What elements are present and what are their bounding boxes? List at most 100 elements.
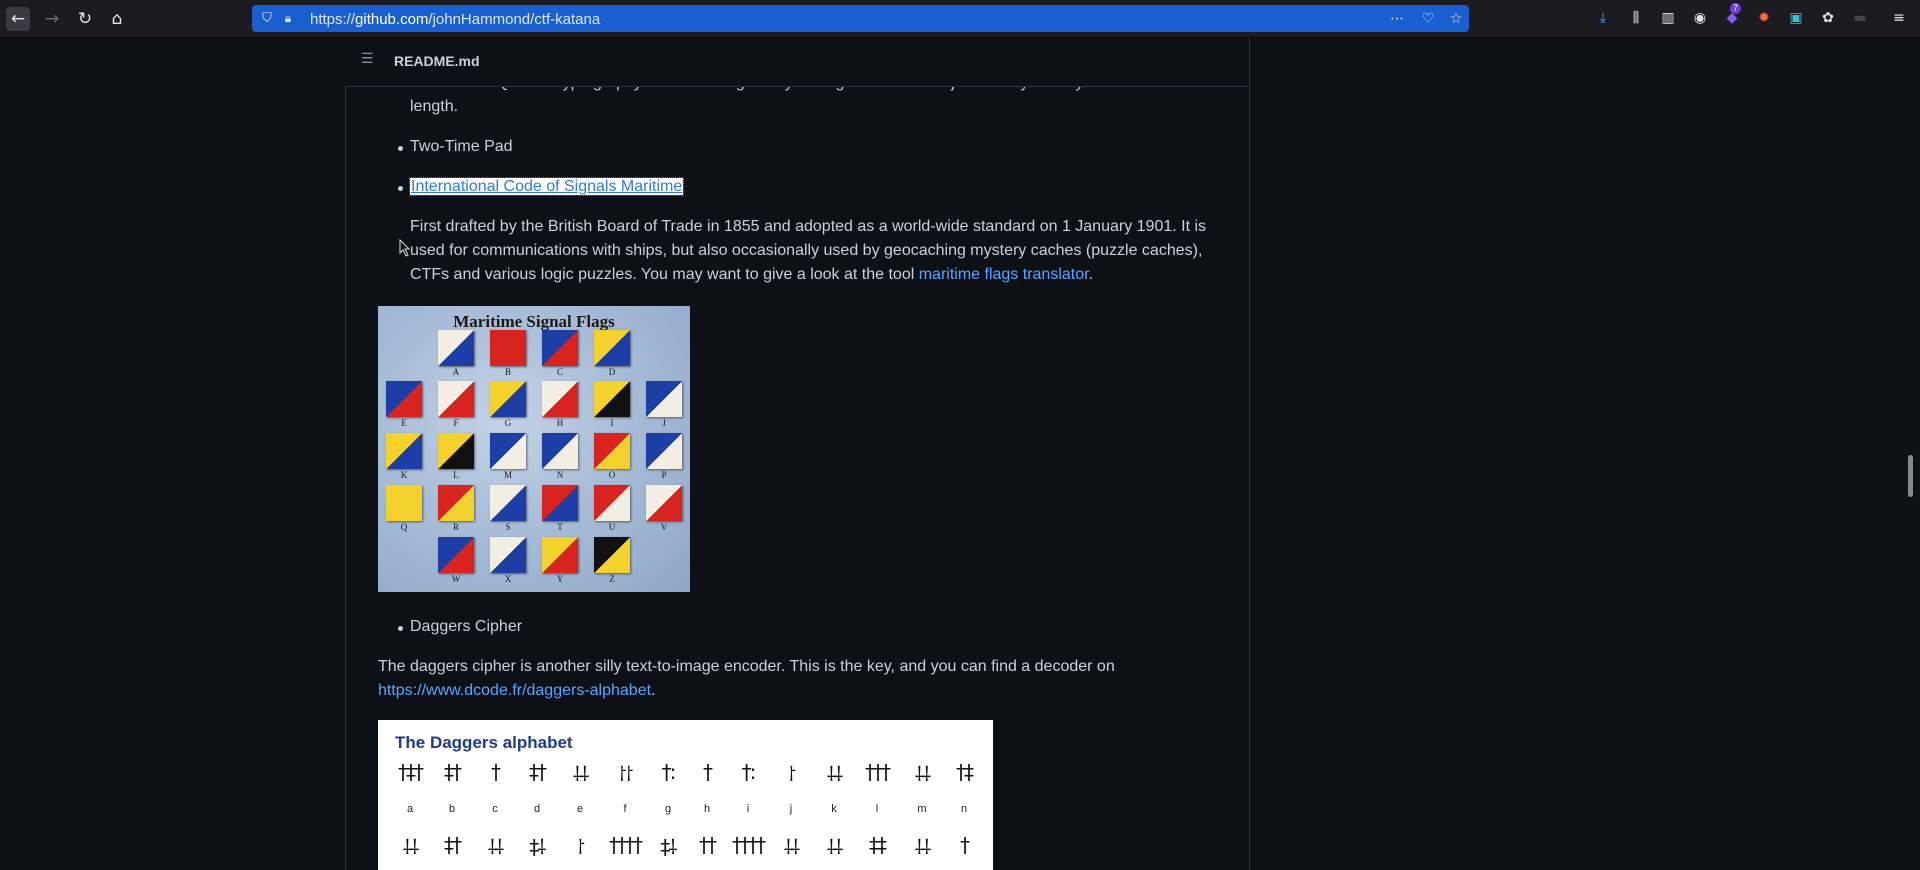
daggers-paragraph: The daggers cipher is another silly text… [378,658,1115,675]
dcode-daggers-link[interactable]: https://www.dcode.fr/daggers-alphabet [378,682,651,699]
flag-label: K [400,470,408,480]
flag-n [542,433,578,469]
dagger-glyph: ‡‡ [869,833,887,857]
signals-paragraph-line1: First drafted by the British Board of Tr… [410,218,1207,235]
flag-label: E [401,418,407,428]
more-actions-icon[interactable]: ⋯ [1387,9,1407,29]
lock-icon[interactable]: 🔒︎ [280,9,296,27]
flag-label: O [608,470,616,480]
dagger-letter: g [664,803,672,815]
dagger-glyph: ‡⸸ [529,835,546,859]
flag-label: I [610,418,614,428]
dagger-letter: n [960,803,968,815]
blind-sqli-paragraph-end: length. [410,98,459,115]
dagger-glyph: ‡⸸ [660,835,677,859]
menu-icon[interactable]: ≡ [1890,9,1908,27]
signals-text: CTFs and various logic puzzles. You may … [410,266,919,283]
extension-fox-icon[interactable]: ✹ [1755,9,1773,27]
reload-icon[interactable]: ↻ [73,7,97,31]
list-bullet [398,186,403,191]
dagger-letter: m [917,803,927,815]
flag-label: T [557,522,563,532]
flag-label: C [556,367,563,377]
flag-b [490,330,526,366]
flag-v [646,485,682,521]
dagger-letter: h [703,803,711,815]
dagger-letter: e [576,803,584,815]
url-text[interactable]: https://github.com/johnHammond/ctf-katan… [310,11,600,28]
maritime-flags-translator-link[interactable]: maritime flags translator [919,266,1089,283]
dagger-glyph: ⸷ [576,835,586,859]
dagger-letter: l [875,803,879,815]
flag-z [594,537,630,573]
flag-g [490,381,526,417]
flag-d [594,330,630,366]
dagger-letter: b [448,803,456,815]
dagger-glyph: ‡† [529,760,547,784]
scrollbar-thumb[interactable] [1908,455,1913,497]
mouse-cursor-icon [399,239,411,257]
flag-label: Y [556,574,564,584]
url-path: /johnHammond/ctf-katana [428,11,601,28]
flag-label: B [504,367,511,377]
flag-u [594,485,630,521]
dagger-glyph: †‡† [398,760,424,784]
home-icon[interactable]: ⌂ [105,7,129,31]
library-icon[interactable]: ⫼ [1627,9,1645,27]
readme-header: ☰ README.md [345,38,1248,87]
account-icon[interactable]: ◉ [1691,9,1709,27]
dagger-letter: k [831,803,837,815]
flag-label: Q [400,522,408,532]
sidebar-icon[interactable]: ▥ [1659,9,1677,27]
url-prefix: https:// [310,11,356,28]
dagger-glyph: ⸸⸸ [914,835,932,859]
dagger-glyph: †††† [732,833,766,857]
readme-title: README.md [394,53,480,69]
bookmark-star-icon[interactable]: ☆ [1446,9,1466,29]
extension-cookie-icon[interactable]: ✿ [1819,9,1837,27]
flag-label: M [503,470,512,480]
dagger-glyph: ⸸⸸ [402,835,420,859]
dagger-glyph: † [491,760,501,784]
flag-label: Z [609,574,615,584]
flag-p [646,433,682,469]
downloads-icon[interactable]: ⤓ [1594,9,1612,27]
list-item-two-time-pad: Two-Time Pad [410,138,513,155]
pocket-icon[interactable]: ♡ [1418,9,1438,29]
flag-label: G [504,418,512,428]
dagger-glyph: ⸸⸸ [826,762,844,786]
extension-dark-icon[interactable]: ▬ [1851,9,1869,27]
dagger-letter: j [789,803,793,815]
dagger-glyph: ⸸⸸ [783,835,801,859]
tracking-shield-icon[interactable]: ⛉ [258,9,276,27]
forward-icon[interactable]: → [40,7,64,31]
flag-a [438,330,474,366]
extension-badge: 7 [1730,3,1742,14]
flag-q [386,485,422,521]
signals-link[interactable]: International Code of Signals Maritime [408,177,685,196]
flag-y [542,537,578,573]
flag-label: A [452,367,460,377]
dagger-glyph: ⸸⸸ [826,835,844,859]
flag-h [542,381,578,417]
daggers-image-title: The Daggers alphabet [395,733,573,752]
flag-label: F [453,418,459,428]
maritime-flags-image: Maritime Signal Flags A B C D E F G H I J K L M N O P Q R… [378,306,690,592]
flags-image-title: Maritime Signal Flags [453,312,615,331]
flag-w [438,537,474,573]
flag-m [490,433,526,469]
dagger-glyph: ‡† [444,833,462,857]
flag-s [490,485,526,521]
flag-label: U [608,522,616,532]
dagger-glyph: †: [661,760,677,784]
flag-label: D [608,367,616,377]
dagger-glyph: ⸸⸸ [572,762,590,786]
period: . [1088,266,1094,283]
outline-list-icon[interactable]: ☰ [361,51,379,69]
flag-label: W [451,574,461,584]
flag-x [490,537,526,573]
back-icon[interactable]: ← [6,7,30,31]
dagger-letter: i [746,803,750,815]
extension-n-icon[interactable]: ▣ [1787,9,1805,27]
url-bar[interactable]: ⛉ 🔒︎ https://github.com/johnHammond/ctf-… [252,5,1469,32]
